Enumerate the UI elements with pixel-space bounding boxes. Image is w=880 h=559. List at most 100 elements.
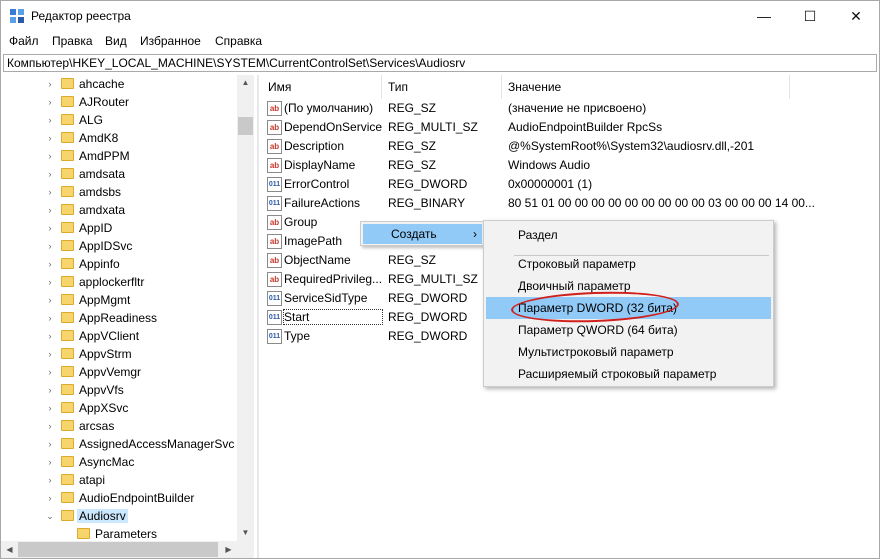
folder-icon [61,438,74,449]
scroll-thumb[interactable] [238,117,253,135]
tree-item[interactable]: › AppVClient [1,327,237,345]
collapsed-chevron-icon[interactable]: › [45,363,55,381]
collapsed-chevron-icon[interactable]: › [45,219,55,237]
tree-item[interactable]: › AmdK8 [1,129,237,147]
tree-item[interactable]: › amdsbs [1,183,237,201]
tree-item[interactable]: › AppvVemgr [1,363,237,381]
value-row[interactable]: ab DependOnService REG_MULTI_SZ AudioEndpoi… [262,118,878,137]
menu-view[interactable]: Вид [105,34,127,48]
pane-splitter[interactable] [257,75,259,558]
collapsed-chevron-icon[interactable]: › [45,471,55,489]
collapsed-chevron-icon[interactable]: › [45,489,55,507]
menu-file[interactable]: Файл [9,34,39,48]
scroll-right-icon[interactable]: ▶ [220,541,237,558]
menu-favorites[interactable]: Избранное [140,34,201,48]
value-row[interactable]: ab (По умолчанию) REG_SZ (значение не присв… [262,99,878,118]
tree-item[interactable]: › AudioEndpointBuilder [1,489,237,507]
tree-item[interactable]: ⌄ Audiosrv [1,507,237,525]
tree-item[interactable]: › AppMgmt [1,291,237,309]
collapsed-chevron-icon[interactable]: › [45,273,55,291]
collapsed-chevron-icon[interactable]: › [45,381,55,399]
collapsed-chevron-icon[interactable]: › [45,435,55,453]
tree-item[interactable]: › ALG [1,111,237,129]
registry-key-tree[interactable]: › ahcache › AJRouter › ALG › AmdK8 › AmdPPM › amdsa… [1,75,254,541]
scroll-down-icon[interactable]: ▼ [237,525,254,541]
string-value-icon: ab [267,158,282,173]
tree-item[interactable]: › amdxata [1,201,237,219]
tree-item[interactable]: › AmdPPM [1,147,237,165]
menu-help[interactable]: Справка [215,34,262,48]
collapsed-chevron-icon[interactable]: › [45,183,55,201]
menu-item-create[interactable]: Создать › [363,224,482,244]
collapsed-chevron-icon[interactable]: › [45,201,55,219]
column-name-header[interactable]: Имя [262,75,382,99]
tree-vertical-scrollbar[interactable]: ▲ ▼ [237,75,254,541]
tree-item[interactable]: › AppvStrm [1,345,237,363]
tree-horizontal-scrollbar[interactable]: ◀ ▶ [1,541,254,558]
collapsed-chevron-icon[interactable]: › [45,129,55,147]
tree-item[interactable]: › AppvVfs [1,381,237,399]
submenu-item-binary-value[interactable]: Двоичный параметр [486,275,771,297]
binary-value-icon: 011 [267,177,282,192]
collapsed-chevron-icon[interactable]: › [45,399,55,417]
collapsed-chevron-icon[interactable]: › [45,111,55,129]
title-bar[interactable]: Редактор реестра — ☐ ✕ [1,1,879,31]
collapsed-chevron-icon[interactable]: › [45,453,55,471]
tree-item[interactable]: › atapi [1,471,237,489]
expanded-chevron-icon[interactable]: ⌄ [45,507,55,525]
collapsed-chevron-icon[interactable]: › [45,291,55,309]
column-data-header[interactable]: Значение [502,75,790,99]
submenu-item-string-value[interactable]: Строковый параметр [486,253,771,275]
tree-item[interactable]: › AssignedAccessManagerSvc [1,435,237,453]
collapsed-chevron-icon[interactable]: › [45,309,55,327]
folder-icon [61,402,74,413]
tree-item[interactable]: › AppID [1,219,237,237]
tree-item[interactable]: › amdsata [1,165,237,183]
scroll-left-icon[interactable]: ◀ [1,541,18,558]
address-bar[interactable]: Компьютер\HKEY_LOCAL_MACHINE\SYSTEM\Curr… [3,54,877,72]
collapsed-chevron-icon[interactable]: › [45,345,55,363]
collapsed-chevron-icon[interactable]: › [45,327,55,345]
submenu-item-dword-value[interactable]: Параметр DWORD (32 бита) [486,297,771,319]
tree-item[interactable]: › AppReadiness [1,309,237,327]
value-row[interactable]: 011 FailureActions REG_BINARY 80 51 01 00 0… [262,194,878,213]
submenu-item-key[interactable]: Раздел [486,224,771,246]
tree-item[interactable]: › AppIDSvc [1,237,237,255]
collapsed-chevron-icon[interactable]: › [45,147,55,165]
value-name-cell: (По умолчанию) [284,101,374,115]
tree-item[interactable]: › AsyncMac [1,453,237,471]
collapsed-chevron-icon[interactable]: › [45,255,55,273]
tree-item[interactable]: › AJRouter [1,93,237,111]
value-row[interactable]: 011 ErrorControl REG_DWORD 0x00000001 (1) [262,175,878,194]
close-button[interactable]: ✕ [833,1,879,31]
collapsed-chevron-icon[interactable]: › [45,237,55,255]
collapsed-chevron-icon[interactable]: › [45,75,55,93]
submenu-item-label: Раздел [518,228,558,242]
tree-item[interactable]: › arcsas [1,417,237,435]
collapsed-chevron-icon[interactable]: › [45,165,55,183]
submenu-item-expandable-string-value[interactable]: Расширяемый строковый параметр [486,363,771,385]
menu-edit[interactable]: Правка [52,34,93,48]
tree-item[interactable]: › AppXSvc [1,399,237,417]
tree-item[interactable]: › Appinfo [1,255,237,273]
tree-item-label: atapi [79,473,106,487]
binary-value-icon: 011 [267,291,282,306]
submenu-item-multistring-value[interactable]: Мультистроковый параметр [486,341,771,363]
column-type-header[interactable]: Тип [382,75,502,99]
tree-item[interactable]: › applockerfltr [1,273,237,291]
tree-item[interactable]: Parameters [1,525,237,541]
tree-item[interactable]: › ahcache [1,75,237,93]
collapsed-chevron-icon[interactable]: › [45,417,55,435]
tree-item-label: amdxata [79,203,126,217]
minimize-button[interactable]: — [741,1,787,31]
submenu-item-qword-value[interactable]: Параметр QWORD (64 бита) [486,319,771,341]
collapsed-chevron-icon[interactable]: › [45,93,55,111]
scroll-up-icon[interactable]: ▲ [237,75,254,91]
value-row[interactable]: ab Description REG_SZ @%SystemRoot%\System3… [262,137,878,156]
value-row[interactable]: ab DisplayName REG_SZ Windows Audio [262,156,878,175]
maximize-button[interactable]: ☐ [787,1,833,31]
hscroll-thumb[interactable] [18,542,218,557]
folder-icon [61,330,74,341]
folder-icon [61,474,74,485]
value-type-cell: REG_SZ [388,139,437,153]
